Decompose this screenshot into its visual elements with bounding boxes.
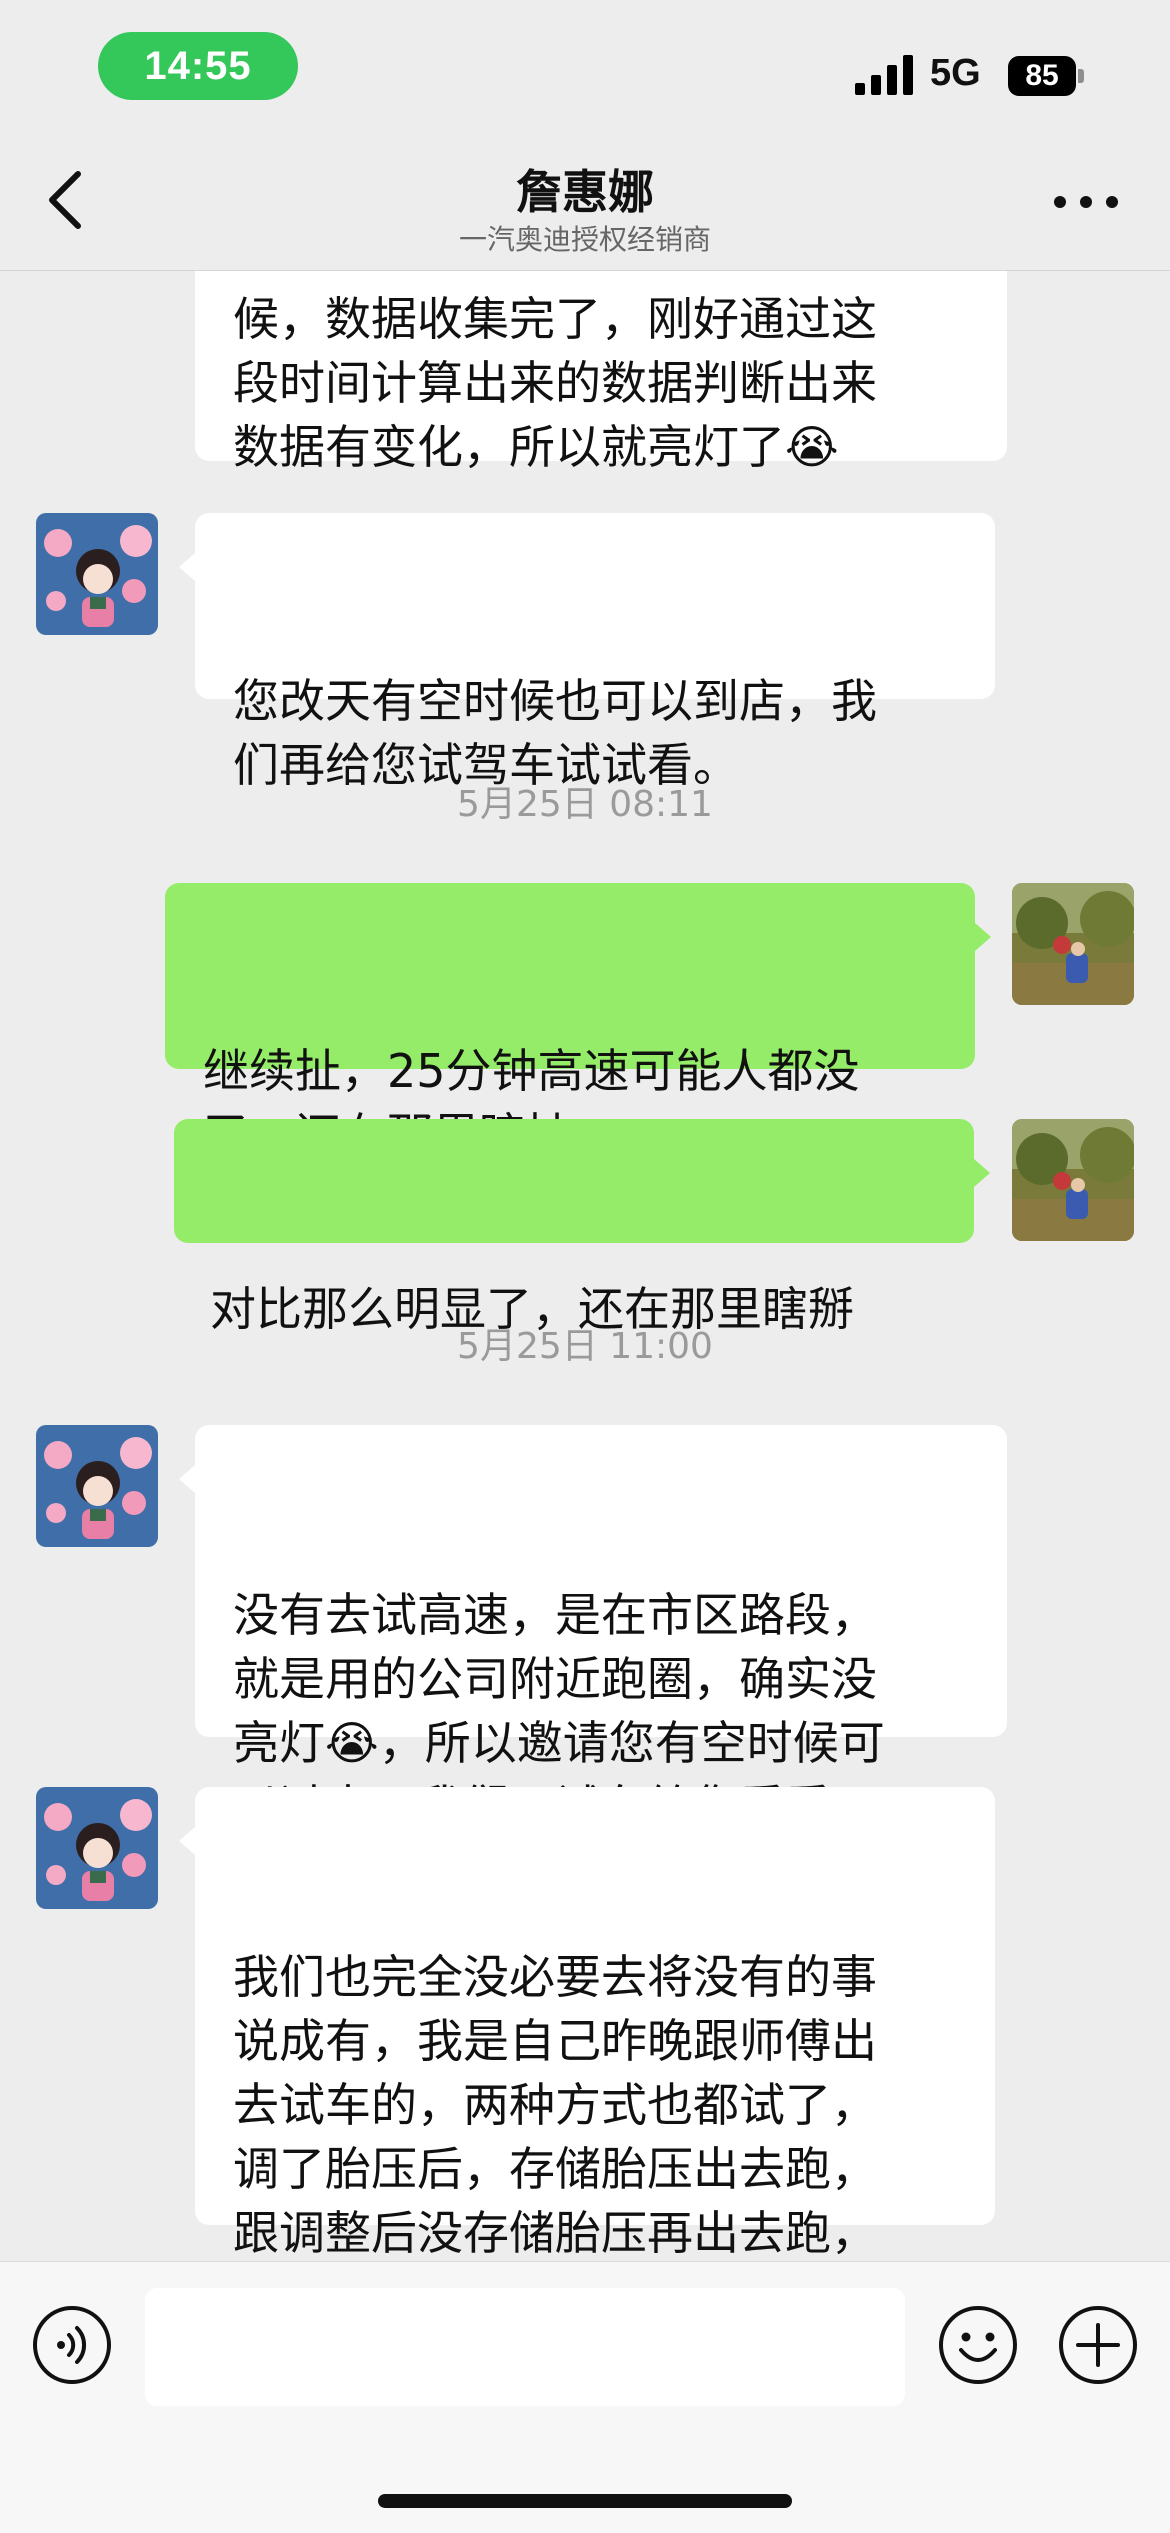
avatar-illustration <box>36 513 158 635</box>
status-time: 14:55 <box>98 32 298 100</box>
message-bubble-incoming[interactable]: 我们也完全没必要去将没有的事 说成有，我是自己昨晚跟师傅出 去试车的，两种方式也… <box>179 1787 995 2260</box>
message-timestamp: 5月25日 11:00 <box>457 1326 713 1367</box>
chat-header: 詹惠娜 一汽奥迪授权经销商 <box>0 132 1170 271</box>
voice-icon[interactable] <box>31 2304 113 2386</box>
message-list[interactable]: 候，数据收集完了，刚好通过这 段时间计算出来的数据判断出来 数据有变化，所以就亮… <box>0 271 1170 2261</box>
avatar-photo <box>1012 1119 1134 1241</box>
contact-name: 詹惠娜 <box>516 165 654 219</box>
message-text: 我们也完全没必要去将没有的事 说成有，我是自己昨晚跟师傅出 去试车的，两种方式也… <box>233 1950 877 2260</box>
input-bar <box>0 2261 1170 2533</box>
status-bar: 14:55 5G 85 <box>0 0 1170 132</box>
avatar-illustration <box>36 1787 158 1909</box>
battery-icon: 85 <box>1008 56 1084 96</box>
plus-icon[interactable] <box>1057 2304 1139 2386</box>
message-bubble-incoming[interactable]: 您改天有空时候也可以到店，我 们再给您试驾车试试看。 <box>179 513 995 792</box>
message-text: 候，数据收集完了，刚好通过这 段时间计算出来的数据判断出来 数据有变化，所以就亮… <box>233 292 877 474</box>
contact-avatar[interactable] <box>36 1425 158 1547</box>
my-avatar[interactable] <box>1012 883 1134 1005</box>
contact-avatar[interactable] <box>36 513 158 635</box>
message-bubble-outgoing[interactable]: 对比那么明显了，还在那里瞎掰 <box>174 1119 990 1336</box>
message-bubble-outgoing[interactable]: 继续扯，25分钟高速可能人都没 了，还在那里瞎扯 <box>165 883 991 1162</box>
emoji-icon[interactable] <box>937 2304 1019 2386</box>
network-type: 5G <box>930 52 981 94</box>
message-timestamp: 5月25日 08:11 <box>457 784 713 825</box>
home-indicator[interactable] <box>378 2494 792 2508</box>
battery-level: 85 <box>1008 56 1076 96</box>
my-avatar[interactable] <box>1012 1119 1134 1241</box>
message-input[interactable] <box>145 2288 905 2406</box>
message-bubble-incoming[interactable]: 候，数据收集完了，刚好通过这 段时间计算出来的数据判断出来 数据有变化，所以就亮… <box>195 271 1007 474</box>
contact-avatar[interactable] <box>36 1787 158 1909</box>
signal-icon <box>855 55 913 95</box>
message-bubble-incoming[interactable]: 没有去试高速，是在市区路段， 就是用的公司附近跑圈，确实没 亮灯😭，所以邀请您有… <box>179 1425 1007 1834</box>
more-dots-icon[interactable] <box>1050 182 1122 222</box>
avatar-photo <box>1012 883 1134 1005</box>
avatar-illustration <box>36 1425 158 1547</box>
contact-subtitle: 一汽奥迪授权经销商 <box>458 223 711 256</box>
